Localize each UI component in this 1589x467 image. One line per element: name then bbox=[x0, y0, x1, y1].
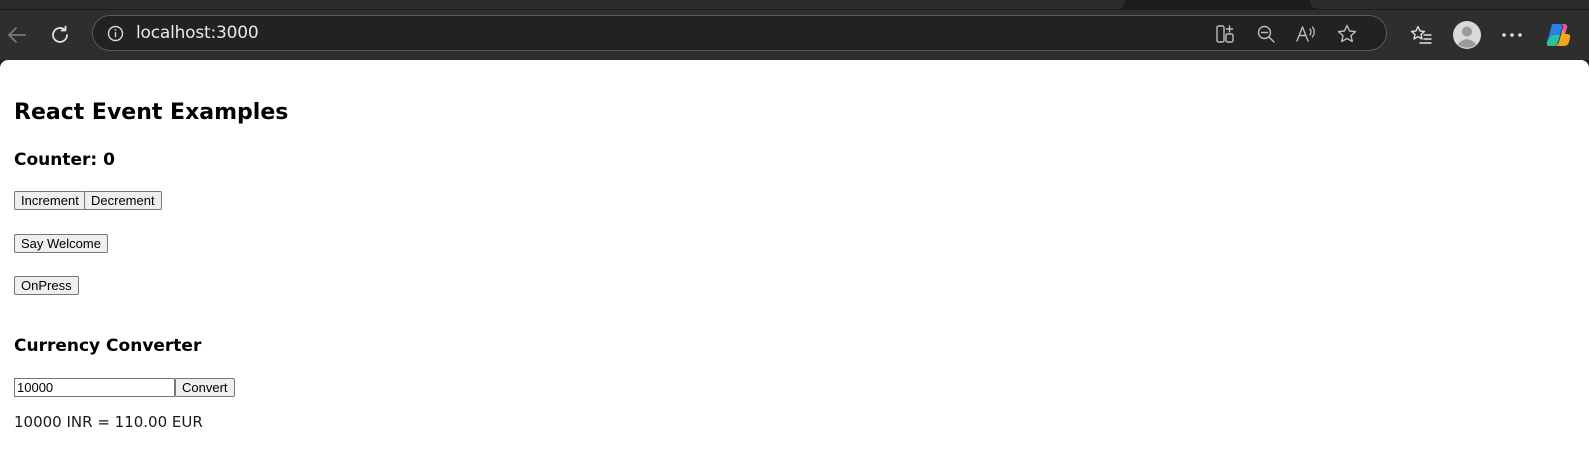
copilot-icon[interactable] bbox=[1543, 20, 1573, 50]
read-aloud-icon[interactable] bbox=[1295, 23, 1317, 45]
split-screen-icon[interactable] bbox=[1214, 23, 1236, 45]
increment-button[interactable]: Increment bbox=[14, 191, 86, 210]
say-welcome-button[interactable]: Say Welcome bbox=[14, 234, 108, 253]
page-title: React Event Examples bbox=[14, 100, 289, 125]
convert-button[interactable]: Convert bbox=[175, 378, 235, 397]
refresh-icon bbox=[52, 25, 68, 43]
tab-strip-right bbox=[1310, 0, 1589, 9]
arrow-left-icon bbox=[8, 27, 26, 43]
browser-toolbar: localhost:3000 bbox=[0, 10, 1589, 60]
info-icon[interactable] bbox=[107, 25, 124, 46]
onpress-button[interactable]: OnPress bbox=[14, 276, 79, 295]
url-text[interactable]: localhost:3000 bbox=[136, 23, 259, 43]
back-button[interactable] bbox=[2, 20, 32, 50]
tab-strip bbox=[0, 0, 1589, 10]
decrement-button[interactable]: Decrement bbox=[84, 191, 162, 210]
profile-avatar-icon[interactable] bbox=[1452, 20, 1482, 50]
more-dots-icon[interactable] bbox=[1497, 20, 1527, 50]
favorites-list-icon[interactable] bbox=[1406, 20, 1436, 50]
address-bar[interactable]: localhost:3000 bbox=[92, 15, 1387, 51]
active-tab[interactable] bbox=[0, 0, 1125, 9]
zoom-out-icon[interactable] bbox=[1255, 23, 1277, 45]
counter-heading: Counter: 0 bbox=[14, 150, 115, 170]
refresh-button[interactable] bbox=[45, 20, 75, 50]
conversion-result: 10000 INR = 110.00 EUR bbox=[14, 413, 203, 431]
amount-input[interactable] bbox=[14, 378, 175, 397]
star-icon[interactable] bbox=[1336, 23, 1358, 45]
currency-heading: Currency Converter bbox=[14, 336, 202, 356]
page-content: React Event Examples Counter: 0 Incremen… bbox=[0, 60, 1589, 467]
